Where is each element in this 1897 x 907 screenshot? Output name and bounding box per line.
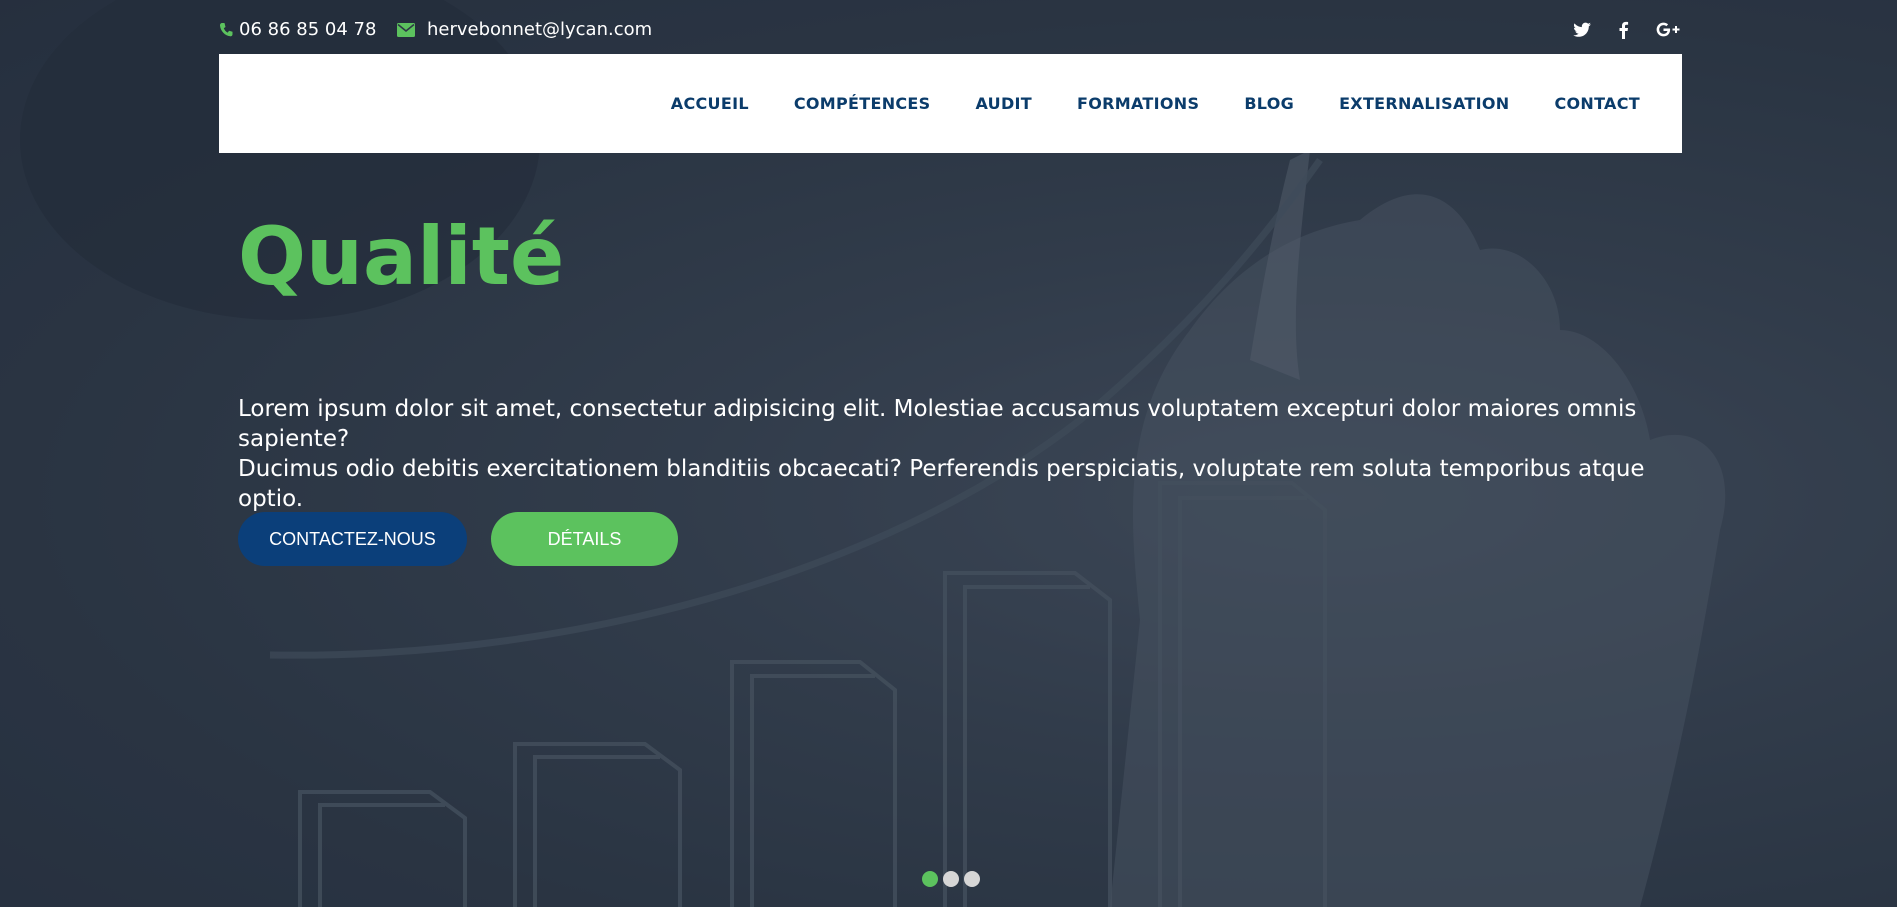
top-bar: 06 86 85 04 78 hervebonnet@lycan.com — [219, 18, 1682, 42]
hero-section: 06 86 85 04 78 hervebonnet@lycan.com ACC… — [0, 0, 1897, 907]
details-button[interactable]: DÉTAILS — [491, 512, 678, 566]
nav-item-competences[interactable]: COMPÉTENCES — [794, 94, 931, 113]
slider-dot-1[interactable] — [922, 871, 938, 887]
hero-title: Qualité — [238, 210, 565, 303]
email-contact[interactable]: hervebonnet@lycan.com — [397, 18, 652, 42]
phone-icon — [219, 22, 233, 38]
nav-item-externalisation[interactable]: EXTERNALISATION — [1339, 94, 1509, 113]
main-navbar: ACCUEIL COMPÉTENCES AUDIT FORMATIONS BLO… — [219, 54, 1682, 153]
phone-contact[interactable]: 06 86 85 04 78 — [219, 18, 376, 42]
nav-item-audit[interactable]: AUDIT — [975, 94, 1032, 113]
nav-item-contact[interactable]: CONTACT — [1554, 94, 1640, 113]
phone-number: 06 86 85 04 78 — [239, 19, 377, 40]
social-links — [1572, 18, 1682, 42]
facebook-icon[interactable] — [1614, 20, 1634, 40]
envelope-icon — [397, 23, 415, 37]
nav-item-formations[interactable]: FORMATIONS — [1077, 94, 1199, 113]
nav-item-blog[interactable]: BLOG — [1244, 94, 1294, 113]
hero-description-line-1: Lorem ipsum dolor sit amet, consectetur … — [238, 396, 1637, 452]
hero-description-line-2: Ducimus odio debitis exercitationem blan… — [238, 456, 1645, 512]
nav-menu: ACCUEIL COMPÉTENCES AUDIT FORMATIONS BLO… — [671, 54, 1640, 153]
slider-dot-2[interactable] — [943, 871, 959, 887]
twitter-icon[interactable] — [1572, 20, 1592, 40]
slider-pagination — [922, 871, 980, 887]
google-plus-icon[interactable] — [1656, 20, 1682, 40]
contact-us-button[interactable]: CONTACTEZ-NOUS — [238, 512, 467, 566]
hero-description: Lorem ipsum dolor sit amet, consectetur … — [238, 394, 1658, 514]
nav-item-accueil[interactable]: ACCUEIL — [671, 94, 749, 113]
email-address: hervebonnet@lycan.com — [427, 19, 653, 40]
slider-dot-3[interactable] — [964, 871, 980, 887]
